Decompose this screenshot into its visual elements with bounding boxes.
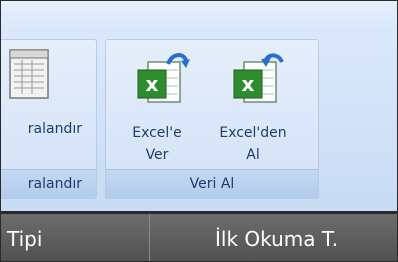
excel-export-button[interactable]: x Excel'e Ver xyxy=(112,46,202,166)
excel-import-label: Excel'den Al xyxy=(219,125,287,163)
window-frame: ralandır ralandır x Excel'e Ver x Excel'… xyxy=(0,0,398,262)
svg-text:x: x xyxy=(242,72,255,96)
ribbon-group-veri-al-label: Veri Al xyxy=(106,169,318,198)
ribbon-group-left-label: ralandır xyxy=(1,169,96,198)
ribbon-group-veri-al: x Excel'e Ver x Excel'den Al Veri Al xyxy=(105,39,319,199)
svg-text:x: x xyxy=(146,72,159,96)
column-header-ilk-okuma-label: İlk Okuma T. xyxy=(215,227,339,251)
ribbon-group-left: ralandır ralandır xyxy=(1,39,97,199)
ribbon-panel: ralandır ralandır x Excel'e Ver x Excel'… xyxy=(1,33,397,211)
excel-export-label: Excel'e Ver xyxy=(132,125,182,163)
report-command-label[interactable]: ralandır xyxy=(28,118,82,140)
grid-header: Tipi İlk Okuma T. xyxy=(1,211,397,261)
excel-import-icon: x xyxy=(230,50,286,112)
excel-import-button[interactable]: x Excel'den Al xyxy=(208,46,298,166)
report-icon[interactable] xyxy=(8,46,54,102)
column-header-tipi[interactable]: Tipi xyxy=(7,214,43,261)
ribbon-tab-strip xyxy=(1,1,397,33)
excel-export-icon: x xyxy=(134,50,190,112)
column-header-tipi-label: Tipi xyxy=(7,227,43,251)
column-header-ilk-okuma[interactable]: İlk Okuma T. xyxy=(215,214,339,261)
column-divider[interactable] xyxy=(149,214,150,261)
